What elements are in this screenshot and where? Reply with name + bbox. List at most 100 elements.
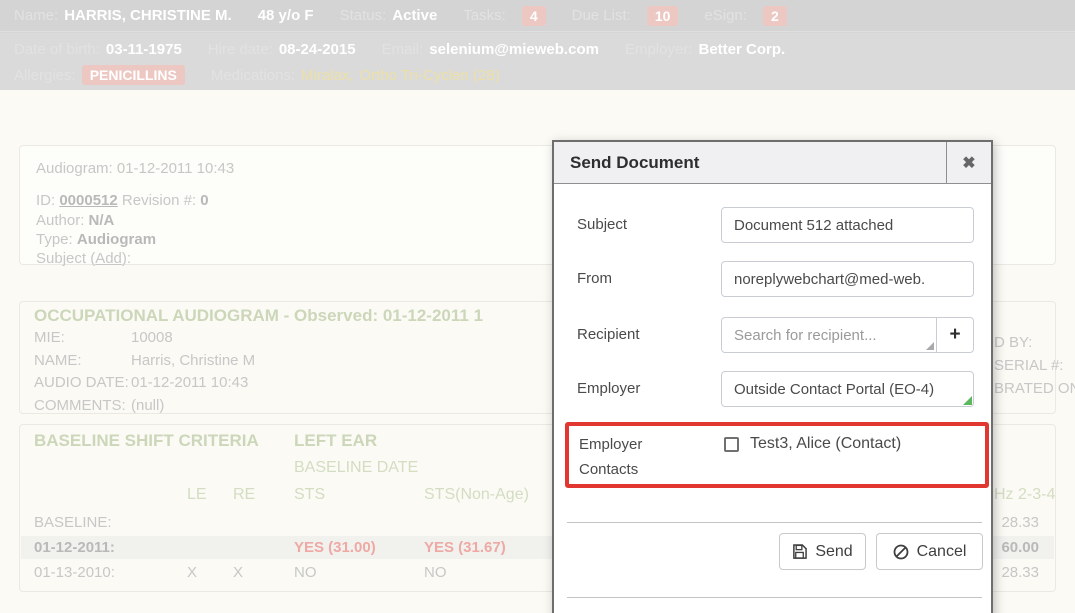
contact-checkbox[interactable] xyxy=(724,437,739,452)
subject-field-label: Subject xyxy=(577,216,627,233)
employer-contacts-highlight: Employer Contacts Test3, Alice (Contact) xyxy=(565,422,989,488)
cancel-button-label: Cancel xyxy=(917,543,967,561)
screen: Name: HARRIS, CHRISTINE M. 48 y/o F Stat… xyxy=(0,0,1075,613)
dob-label: Date of birth: xyxy=(14,41,100,58)
allergies-line: Allergies: PENICILLINS Medications: Mira… xyxy=(0,62,1075,88)
divider-bottom xyxy=(567,597,982,598)
cancel-icon xyxy=(893,544,909,560)
left-ear-heading: LEFT EAR xyxy=(294,431,377,451)
employer-select-wrap xyxy=(721,371,974,407)
subject-prefix: Subject ( xyxy=(36,250,95,267)
calibrated-fragment: BRATED ON xyxy=(994,380,1075,397)
comments-value: (null) xyxy=(131,397,164,414)
row-2011-sts: YES (31.00) xyxy=(294,539,376,556)
name-row-label: NAME: xyxy=(34,352,82,369)
email-value: selenium@mieweb.com xyxy=(429,41,599,58)
hire-date-value: 08-24-2015 xyxy=(279,41,356,58)
col-header-sts: STS xyxy=(294,486,325,504)
status-value: Active xyxy=(392,7,437,24)
tasks-label: Tasks: xyxy=(463,7,506,24)
tasks-count-badge[interactable]: 4 xyxy=(522,6,546,26)
row-2010-right: 28.33 xyxy=(1001,564,1039,581)
document-id-link[interactable]: 0000512 xyxy=(59,192,117,209)
mie-label: MIE: xyxy=(34,329,65,346)
patient-banner: Name: HARRIS, CHRISTINE M. 48 y/o F Stat… xyxy=(0,0,1075,90)
row-2011-right: 60.00 xyxy=(1001,539,1039,556)
name-row-value: Harris, Christine M xyxy=(131,352,255,369)
subject-suffix: ): xyxy=(122,250,131,267)
banner-row-1: Name: HARRIS, CHRISTINE M. 48 y/o F Stat… xyxy=(0,0,1075,32)
col-header-sts-nonage: STS(Non-Age) xyxy=(424,486,529,504)
mie-value: 10008 xyxy=(131,329,173,346)
recipient-input-group: Search for recipient... + xyxy=(721,317,974,353)
send-button[interactable]: Send xyxy=(779,533,866,570)
type-label: Type: xyxy=(36,231,73,248)
author-line: Author: N/A xyxy=(36,212,114,229)
audio-date-value: 01-12-2011 10:43 xyxy=(131,374,248,391)
audio-date-label: AUDIO DATE: xyxy=(34,374,129,391)
employer-select-input[interactable] xyxy=(721,371,974,407)
due-list-label: Due List: xyxy=(572,7,631,24)
row-baseline-right: 28.33 xyxy=(1001,514,1039,531)
col-header-re: RE xyxy=(233,486,255,504)
employer-field-label: Employer xyxy=(577,380,640,397)
close-icon[interactable]: ✖ xyxy=(946,142,991,184)
cancel-button[interactable]: Cancel xyxy=(876,533,983,570)
row-2010-date: 01-13-2010: xyxy=(34,564,115,581)
author-value: N/A xyxy=(89,212,115,229)
subject-input[interactable] xyxy=(721,207,974,243)
resize-handle-icon[interactable] xyxy=(926,342,934,350)
type-line: Type: Audiogram xyxy=(36,231,156,248)
esign-count-badge[interactable]: 2 xyxy=(763,6,787,26)
dob-value: 03-11-1975 xyxy=(106,41,182,58)
medication-ortho[interactable]: Ortho Tri-Cyclen (28) xyxy=(360,67,500,84)
name-label: Name: xyxy=(14,7,58,24)
row-2011-date: 01-12-2011: xyxy=(34,539,115,556)
revision-value: 0 xyxy=(200,192,208,209)
row-2010-re: X xyxy=(233,564,243,581)
hire-date-label: Hire date: xyxy=(208,41,273,58)
revision-label: Revision #: xyxy=(122,192,196,209)
type-value: Audiogram xyxy=(77,231,156,248)
subject-line: Subject (Add): xyxy=(36,250,131,267)
allergies-label: Allergies: xyxy=(14,67,76,84)
hz-header-fragment: Hz 2-3-4 xyxy=(994,486,1055,504)
email-label: Email: xyxy=(382,41,424,58)
comments-label: COMMENTS: xyxy=(34,397,126,414)
medications-label: Medications: xyxy=(211,67,295,84)
modal-header: Send Document ✖ xyxy=(554,142,991,184)
col-header-le: LE xyxy=(187,486,207,504)
allergy-badge[interactable]: PENICILLINS xyxy=(82,65,185,85)
audiogram-heading: OCCUPATIONAL AUDIOGRAM - Observed: 01-12… xyxy=(34,306,483,326)
recipient-field-label: Recipient xyxy=(577,326,640,343)
contact-option-label: Test3, Alice (Contact) xyxy=(750,435,901,453)
employer-contacts-label: Employer Contacts xyxy=(579,432,699,482)
from-field-label: From xyxy=(577,270,612,287)
tested-by-fragment: D BY: xyxy=(994,334,1032,351)
medication-miralax[interactable]: Miralax, xyxy=(301,67,354,84)
recipient-search-input[interactable]: Search for recipient... xyxy=(722,318,936,352)
shift-criteria-heading: BASELINE SHIFT CRITERIA xyxy=(34,431,259,451)
recipient-placeholder: Search for recipient... xyxy=(734,327,877,344)
from-input[interactable] xyxy=(721,261,974,297)
send-document-modal: Send Document ✖ Subject From Recipient S… xyxy=(552,140,993,613)
employer-label: Employer: xyxy=(625,41,693,58)
subject-add-link[interactable]: Add xyxy=(95,250,122,267)
patient-age-sex: 48 y/o F xyxy=(258,7,314,24)
add-recipient-button[interactable]: + xyxy=(936,318,973,352)
id-label: ID: xyxy=(36,192,55,209)
due-list-count-badge[interactable]: 10 xyxy=(647,6,679,26)
row-2010-sts-nonage: NO xyxy=(424,564,447,581)
row-2011-sts-nonage: YES (31.67) xyxy=(424,539,506,556)
document-id-line: ID: 0000512 Revision #: 0 xyxy=(36,192,209,209)
row-2010-sts: NO xyxy=(294,564,317,581)
employer-value: Better Corp. xyxy=(698,41,785,58)
row-baseline-date: BASELINE: xyxy=(34,514,112,531)
autocomplete-handle-icon xyxy=(963,396,972,405)
document-title: Audiogram: 01-12-2011 10:43 xyxy=(36,160,234,177)
esign-label: eSign: xyxy=(704,7,747,24)
demographics-line: Date of birth: 03-11-1975 Hire date: 08-… xyxy=(0,36,1075,62)
row-2010-le: X xyxy=(187,564,197,581)
save-icon xyxy=(792,544,807,559)
divider-top xyxy=(567,522,982,523)
